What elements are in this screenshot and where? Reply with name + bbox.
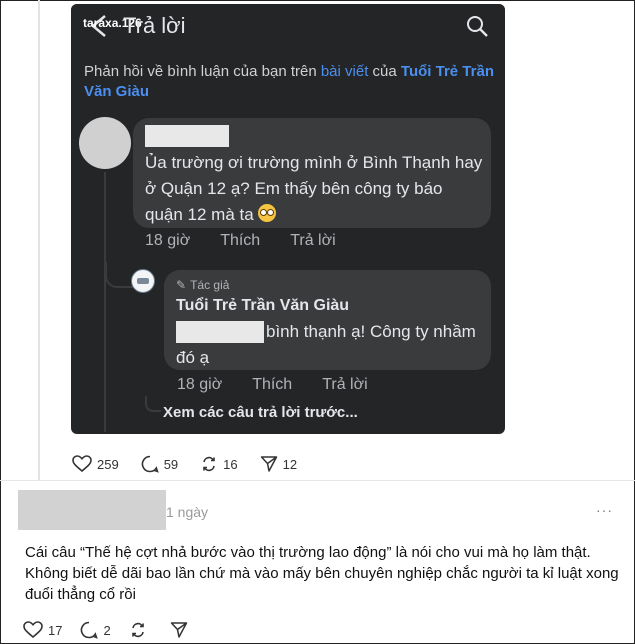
comment-time: 18 giờ [145, 232, 191, 249]
comment-share-button[interactable] [170, 621, 193, 639]
reply-notice: Phản hồi về bình luận của bạn trên bài v… [84, 62, 494, 102]
comment-repost-button[interactable] [129, 621, 152, 639]
notice-middle: của [368, 63, 401, 80]
repost-button[interactable]: 16 [200, 455, 238, 473]
embedded-screenshot: taraxa.126 Trả lời Phản hồi về bình luận… [71, 4, 505, 434]
send-icon [260, 456, 277, 472]
page-avatar [131, 269, 155, 293]
redacted-name [145, 125, 229, 147]
divider [0, 480, 635, 481]
comment-stats: 17 2 [23, 620, 211, 640]
send-icon [170, 622, 187, 638]
comment-icon [81, 621, 99, 639]
like-count: 259 [97, 456, 119, 472]
reply-connector [105, 262, 133, 288]
like-link: Thích [220, 232, 261, 249]
redacted-mention [176, 321, 264, 343]
reply-actions: 18 giờ Thích Trả lời [177, 376, 398, 394]
comment-like-button[interactable]: 17 [23, 621, 62, 639]
notice-prefix: Phản hồi về bình luận của bạn trên [84, 63, 321, 80]
thread-line [38, 0, 40, 480]
comment-timestamp: 1 ngày [166, 504, 209, 520]
comment-reply-count: 2 [103, 622, 111, 638]
reply-thread-line [104, 172, 106, 432]
comment-body: Cái câu “Thế hệ cợt nhả bước vào thị trư… [25, 544, 619, 603]
comment-button[interactable]: 59 [141, 455, 178, 473]
post-link: bài viết [320, 63, 369, 80]
see-previous-replies: Xem các câu trả lời trước... [163, 404, 358, 421]
more-options-button[interactable]: ··· [596, 502, 613, 518]
like-button[interactable]: 259 [72, 455, 119, 473]
post-stats: 259 59 16 12 [72, 454, 319, 474]
emoji-icon [258, 204, 277, 222]
comment-reply-button[interactable]: 2 [80, 621, 111, 639]
reply-link: Trả lời [290, 232, 336, 249]
comment-actions: 18 giờ Thích Trả lời [145, 232, 366, 250]
more-connector [145, 396, 161, 412]
repost-icon [131, 622, 144, 638]
screen-title: Trả lời [123, 13, 186, 38]
author-badge: ✎ Tác giả [176, 278, 230, 292]
search-icon [467, 16, 488, 37]
screenshot-header: taraxa.126 Trả lời [71, 4, 505, 50]
avatar [79, 117, 131, 169]
reply-bubble: ✎ Tác giả Tuổi Trẻ Trần Văn Giàu bình thạ… [164, 270, 491, 370]
comment-like-count: 17 [48, 622, 63, 638]
repost-count: 16 [223, 456, 238, 472]
heart-icon [72, 455, 92, 473]
reply-author: Tuổi Trẻ Trần Văn Giàu [176, 297, 350, 314]
repost-icon [203, 456, 215, 472]
share-count: 12 [282, 456, 298, 472]
reply-reply-link: Trả lời [322, 376, 368, 393]
reply-time: 18 giờ [177, 376, 223, 393]
comment-icon [141, 455, 159, 473]
comment-count: 59 [163, 456, 179, 472]
pen-icon: ✎ [176, 278, 187, 292]
heart-icon [23, 621, 43, 639]
comment-text: Ủa trường ơi trường mình ở Bình Thạnh ha… [145, 153, 483, 224]
reply-like-link: Thích [252, 376, 293, 393]
comment-bubble: Ủa trường ơi trường mình ở Bình Thạnh ha… [133, 118, 491, 228]
share-button[interactable]: 12 [260, 455, 297, 473]
redacted-commenter [18, 490, 166, 530]
